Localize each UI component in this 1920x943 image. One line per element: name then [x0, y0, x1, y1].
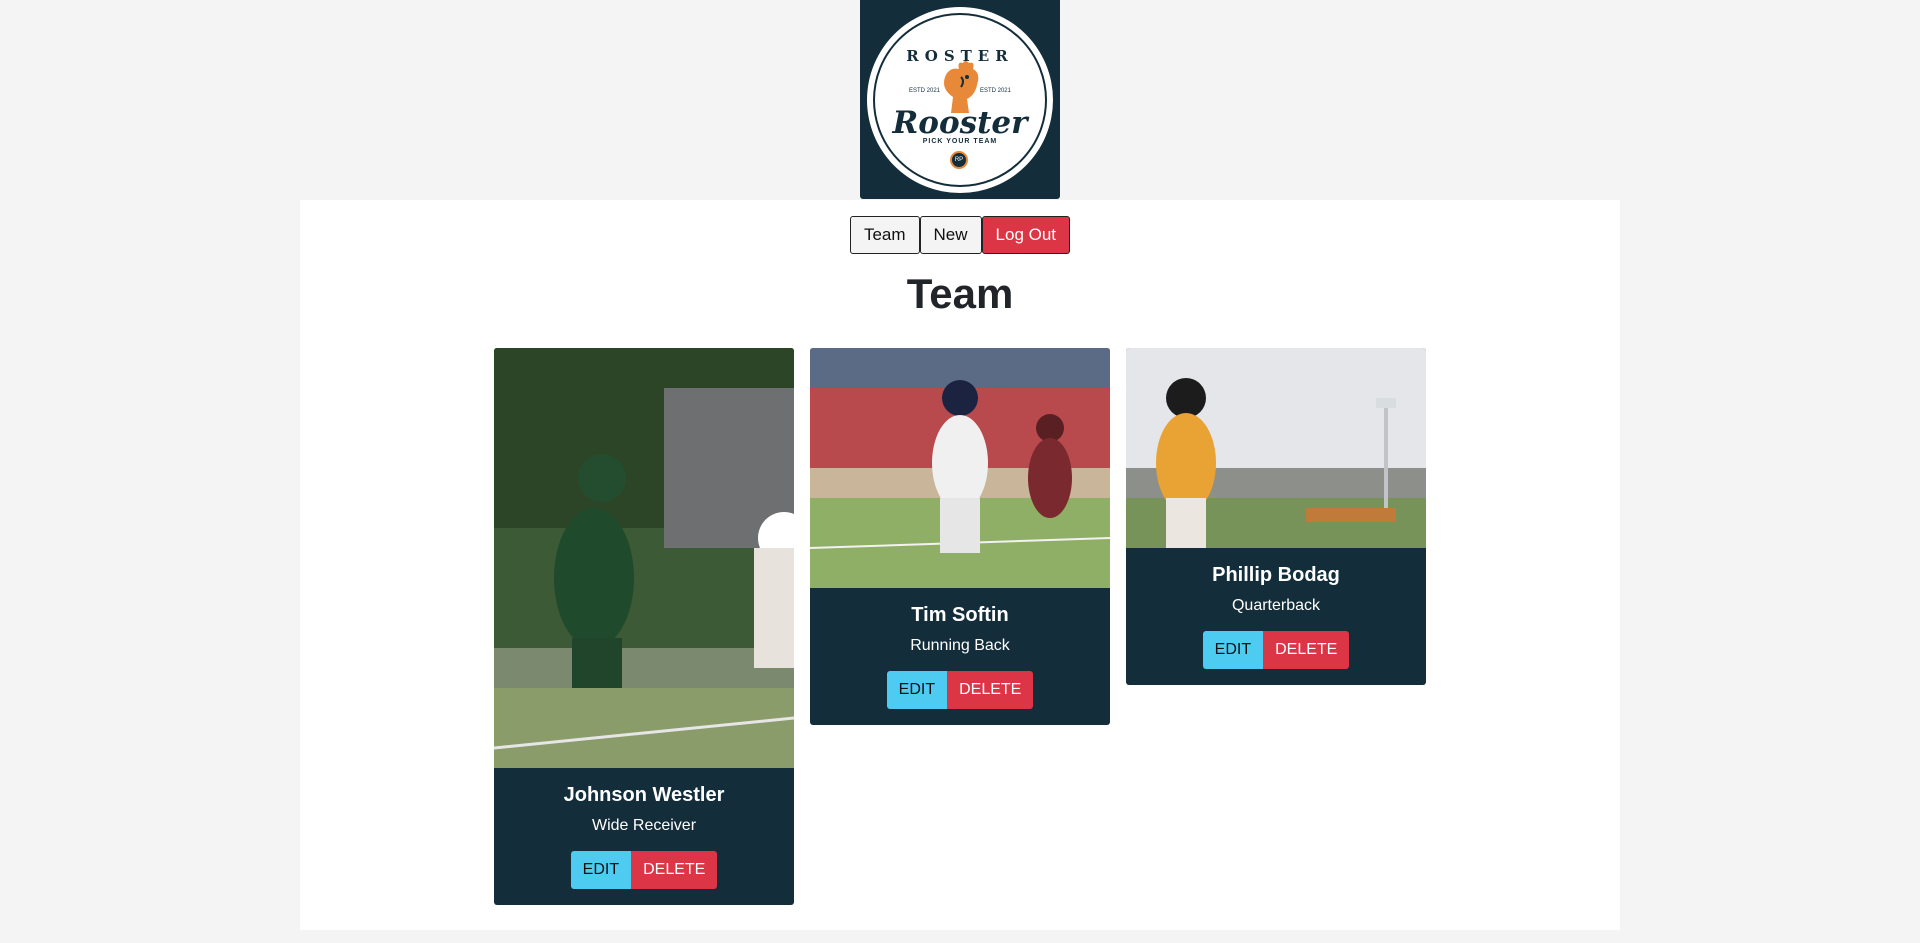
nav-bar: Team New Log Out [300, 216, 1620, 254]
card-actions: EDIT DELETE [494, 851, 794, 889]
player-photo [1126, 348, 1426, 548]
delete-button[interactable]: DELETE [947, 671, 1034, 709]
logo-est-left: ESTD 2021 [909, 87, 941, 94]
player-name: Tim Softin [911, 604, 1009, 626]
player-position: Wide Receiver [591, 817, 697, 834]
player-card: Phillip Bodag Quarterback EDIT DELETE [1126, 348, 1426, 685]
logo-badge: RP [950, 150, 968, 169]
team-nav-button[interactable]: Team [849, 216, 920, 254]
edit-button[interactable]: EDIT [1202, 631, 1264, 669]
edit-button[interactable]: EDIT [886, 671, 948, 709]
player-photo [494, 348, 794, 768]
card-actions: EDIT DELETE [1126, 631, 1426, 669]
page-title: Team [906, 270, 1014, 317]
logo-emblem: ROSTER ESTD 2021 ESTD 2021 Rooster PICK … [867, 6, 1053, 193]
edit-button[interactable]: EDIT [570, 851, 632, 889]
player-photo [810, 348, 1110, 588]
logo-est-right: ESTD 2021 [979, 87, 1011, 94]
player-position: Running Back [910, 637, 1010, 654]
player-name: Phillip Bodag [1212, 564, 1340, 586]
main-panel: Team New Log Out Team Johnson Westler Wi… [300, 200, 1620, 930]
player-name: Johnson Westler [563, 784, 725, 806]
player-card: Tim Softin Running Back EDIT DELETE [810, 348, 1110, 725]
player-card: Johnson Westler Wide Receiver EDIT DELET… [494, 348, 794, 905]
card-actions: EDIT DELETE [810, 671, 1110, 709]
new-nav-button[interactable]: New [919, 216, 982, 254]
logo-wordmark: Rooster [892, 104, 1028, 141]
delete-button[interactable]: DELETE [631, 851, 718, 889]
player-position: Quarterback [1231, 597, 1321, 614]
logout-button[interactable]: Log Out [981, 216, 1071, 254]
player-card-list: Johnson Westler Wide Receiver EDIT DELET… [494, 348, 1426, 905]
delete-button[interactable]: DELETE [1263, 631, 1350, 669]
logo-tagline: PICK YOUR TEAM [922, 137, 998, 145]
app-logo[interactable]: ROSTER ESTD 2021 ESTD 2021 Rooster PICK … [860, 0, 1060, 199]
